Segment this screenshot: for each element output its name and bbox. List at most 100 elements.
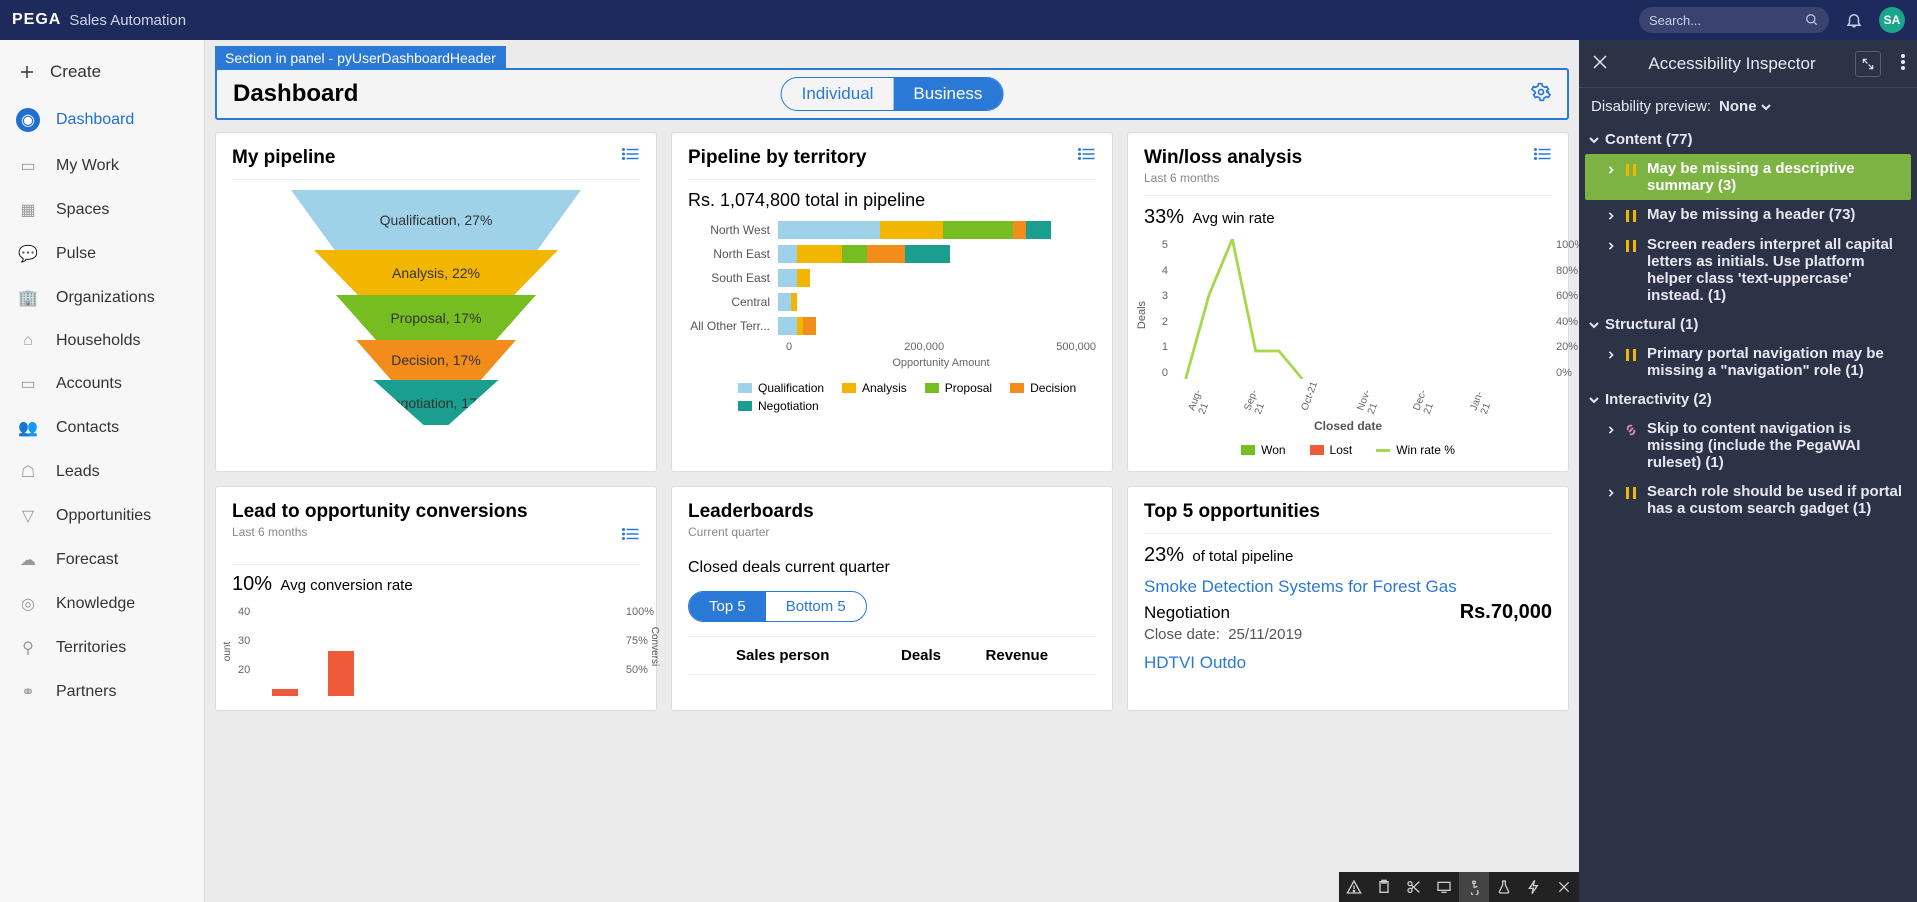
bar-segment xyxy=(778,317,797,335)
dashboard-icon: ◉ xyxy=(16,108,40,132)
inspector-category[interactable]: Content (77) xyxy=(1585,125,1911,154)
section-tag: Section in panel - pyUserDashboardHeader xyxy=(215,46,506,70)
sidebar-item-territories[interactable]: ⚲Territories xyxy=(0,626,204,670)
chevron-down-icon xyxy=(1761,102,1771,112)
inspector-issue[interactable]: Skip to content navigation is missing (i… xyxy=(1585,414,1911,477)
y-ticks-left: 403020 xyxy=(238,606,250,676)
tray-bolt[interactable] xyxy=(1519,872,1549,902)
nav-icon: ⚭ xyxy=(16,682,40,702)
card-menu-button[interactable] xyxy=(622,527,640,546)
territory-legend: QualificationAnalysisProposalDecisionNeg… xyxy=(688,381,1096,413)
legend-item: Proposal xyxy=(925,381,992,395)
bar-segment xyxy=(905,245,950,263)
territory-label: All Other Terr... xyxy=(688,319,778,333)
inspector-issue[interactable]: May be missing a descriptive summary (3) xyxy=(1585,154,1911,200)
territory-label: North East xyxy=(688,247,778,261)
territory-label: Central xyxy=(688,295,778,309)
pause-icon xyxy=(1623,208,1639,224)
sidebar-item-leads[interactable]: ☖Leads xyxy=(0,450,204,494)
winloss-legend: Won Lost Win rate % xyxy=(1144,443,1552,457)
opportunity-link[interactable]: Smoke Detection Systems for Forest Gas xyxy=(1144,577,1457,596)
legend-item: Negotiation xyxy=(738,399,819,413)
card-menu-button[interactable] xyxy=(622,147,640,166)
settings-button[interactable] xyxy=(1531,82,1551,107)
flask-icon xyxy=(1496,879,1512,895)
card-conversion: Lead to opportunity conversions Last 6 m… xyxy=(215,486,657,711)
tray-clipboard[interactable] xyxy=(1369,872,1399,902)
nav-icon: 💬 xyxy=(16,244,40,264)
toggle-top5[interactable]: Top 5 xyxy=(689,592,766,621)
search-box[interactable] xyxy=(1639,7,1829,33)
preview-label: Disability preview: xyxy=(1591,98,1711,115)
sidebar-item-my-work[interactable]: ▭My Work xyxy=(0,144,204,188)
bar-segment xyxy=(778,293,791,311)
sidebar-item-households[interactable]: ⌂Households xyxy=(0,320,204,362)
tray-close[interactable] xyxy=(1549,872,1579,902)
nav-label: Households xyxy=(56,332,141,350)
close-icon xyxy=(1591,53,1609,71)
opportunity-item: Smoke Detection Systems for Forest GasNe… xyxy=(1144,577,1552,643)
link-icon xyxy=(1623,422,1639,438)
toggle-bottom5[interactable]: Bottom 5 xyxy=(766,592,866,621)
sidebar-item-accounts[interactable]: ▭Accounts xyxy=(0,362,204,406)
territory-row: North West xyxy=(688,221,1096,239)
tray-screen[interactable] xyxy=(1429,872,1459,902)
sidebar-item-contacts[interactable]: 👥Contacts xyxy=(0,406,204,450)
expand-button[interactable] xyxy=(1855,51,1881,77)
search-input[interactable] xyxy=(1649,13,1789,28)
sidebar-item-forecast[interactable]: ☁Forecast xyxy=(0,538,204,582)
legend-item: Qualification xyxy=(738,381,824,395)
conv-label: Avg conversion rate xyxy=(280,577,412,594)
funnel-chart: Qualification, 27%Analysis, 22%Proposal,… xyxy=(232,190,640,430)
card-title: My pipeline xyxy=(232,147,335,169)
territory-summary: Rs. 1,074,800 total in pipeline xyxy=(688,190,1096,211)
sidebar-item-dashboard[interactable]: ◉Dashboard xyxy=(0,96,204,144)
card-subtitle: Current quarter xyxy=(688,525,814,539)
card-menu-button[interactable] xyxy=(1078,147,1096,166)
bar-segment xyxy=(880,221,944,239)
sidebar-item-organizations[interactable]: 🏢Organizations xyxy=(0,276,204,320)
legend-item: Analysis xyxy=(842,381,907,395)
bell-icon[interactable] xyxy=(1845,11,1863,29)
nav-icon: 👥 xyxy=(16,418,40,438)
card-title: Top 5 opportunities xyxy=(1144,501,1320,523)
tray-accessibility[interactable] xyxy=(1459,872,1489,902)
chevron-right-icon xyxy=(1607,242,1615,250)
list-icon xyxy=(1534,147,1552,161)
inspector-issue[interactable]: Screen readers interpret all capital let… xyxy=(1585,230,1911,310)
inspector-category[interactable]: Structural (1) xyxy=(1585,310,1911,339)
sidebar-item-spaces[interactable]: ▦Spaces xyxy=(0,188,204,232)
inspector-issue[interactable]: Primary portal navigation may be missing… xyxy=(1585,339,1911,385)
bar-segment xyxy=(1026,221,1051,239)
tray-scissors[interactable] xyxy=(1399,872,1429,902)
bar-segment xyxy=(797,245,842,263)
opportunity-item: HDTVI Outdo xyxy=(1144,653,1552,673)
inspector-title: Accessibility Inspector xyxy=(1621,54,1843,74)
col-salesperson: Sales person xyxy=(728,637,893,675)
tray-flask[interactable] xyxy=(1489,872,1519,902)
inspector-menu[interactable] xyxy=(1901,54,1905,73)
chevron-right-icon xyxy=(1607,212,1615,220)
nav-icon: ☖ xyxy=(16,462,40,482)
opportunity-link[interactable]: HDTVI Outdo xyxy=(1144,653,1246,672)
inspector-issue[interactable]: May be missing a header (73) xyxy=(1585,200,1911,230)
nav-label: Spaces xyxy=(56,201,109,219)
avatar[interactable]: SA xyxy=(1879,7,1905,33)
card-menu-button[interactable] xyxy=(1534,147,1552,166)
create-button[interactable]: Create xyxy=(0,48,204,96)
inspector-issue[interactable]: Search role should be used if portal has… xyxy=(1585,477,1911,523)
territory-label: South East xyxy=(688,271,778,285)
toggle-individual[interactable]: Individual xyxy=(782,78,894,110)
top5-label: of total pipeline xyxy=(1192,548,1293,565)
tray-alert[interactable] xyxy=(1339,872,1369,902)
sidebar-item-pulse[interactable]: 💬Pulse xyxy=(0,232,204,276)
brand-app: Sales Automation xyxy=(69,12,186,29)
winloss-chart: Deals Win rate 543210 100%80%60%40%20%0%… xyxy=(1174,239,1552,409)
close-button[interactable] xyxy=(1591,53,1609,74)
inspector-category[interactable]: Interactivity (2) xyxy=(1585,385,1911,414)
toggle-business[interactable]: Business xyxy=(893,78,1002,110)
preview-dropdown[interactable]: None xyxy=(1719,98,1771,115)
sidebar-item-opportunities[interactable]: ▽Opportunities xyxy=(0,494,204,538)
sidebar-item-partners[interactable]: ⚭Partners xyxy=(0,670,204,714)
sidebar-item-knowledge[interactable]: ◎Knowledge xyxy=(0,582,204,626)
